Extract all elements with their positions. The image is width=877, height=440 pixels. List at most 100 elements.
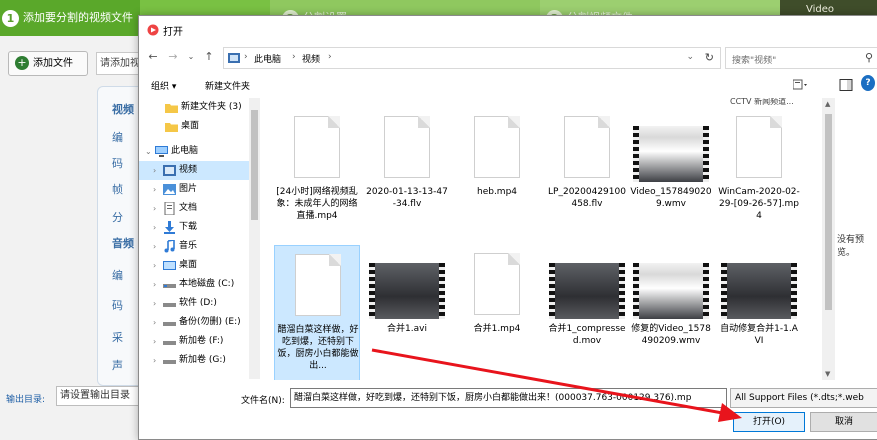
- chevron-right-icon[interactable]: ›: [153, 313, 156, 332]
- panel-item: 采: [112, 331, 123, 344]
- file-item[interactable]: heb.mp4: [454, 108, 540, 244]
- brand-text: Video: [806, 4, 835, 15]
- file-name: 合并1_compressed.mov: [548, 324, 626, 346]
- view-options-icon[interactable]: [793, 79, 807, 91]
- tree-item[interactable]: › 软件 (D:): [139, 294, 249, 313]
- recent-dropdown-icon[interactable]: ⌄: [183, 49, 199, 65]
- tree-item[interactable]: › 下载: [139, 218, 249, 237]
- chevron-down-icon[interactable]: ⌄: [145, 142, 152, 161]
- search-box[interactable]: 搜索"视频" ⚲: [725, 47, 877, 69]
- breadcrumb-videos[interactable]: 视频: [302, 52, 320, 65]
- refresh-icon[interactable]: ↻: [705, 51, 714, 64]
- tree-item[interactable]: 新建文件夹 (3): [139, 98, 249, 117]
- desktop-icon: [163, 261, 176, 270]
- chevron-right-icon[interactable]: ›: [153, 199, 156, 218]
- scrollbar-thumb[interactable]: [251, 110, 258, 220]
- chevron-right-icon[interactable]: ›: [153, 218, 156, 237]
- navigation-pane: 新建文件夹 (3) 桌面 ⌄ 此电脑 › 视频 › 图片 › 文档 › 下载 › 音乐 › 桌…: [139, 98, 260, 378]
- file-item[interactable]: 2020-01-13-13-47-34.flv: [364, 108, 450, 244]
- step-1: 1 添加要分割的视频文件: [0, 0, 140, 36]
- organize-button[interactable]: 组织 ▾: [151, 79, 176, 92]
- chevron-right-icon[interactable]: ›: [153, 294, 156, 313]
- downloads-icon: [164, 221, 175, 234]
- tree-item[interactable]: › 新加卷 (F:): [139, 332, 249, 351]
- tree-item[interactable]: › 新加卷 (G:): [139, 351, 249, 370]
- pictures-icon: [163, 184, 176, 195]
- tree-item[interactable]: › 桌面: [139, 256, 249, 275]
- chevron-right-icon[interactable]: ›: [153, 332, 156, 351]
- breadcrumb-this-pc[interactable]: 此电脑: [254, 52, 281, 65]
- file-item[interactable]: [24小时]网络视频乱象：未成年人的网络直播.mp4: [274, 108, 360, 244]
- chevron-right-icon[interactable]: ›: [153, 256, 156, 275]
- file-item[interactable]: LP_20200429100458.flv: [544, 108, 630, 244]
- tree-item[interactable]: ⌄ 此电脑: [139, 142, 249, 161]
- file-item[interactable]: Video_1578490209.wmv: [628, 108, 714, 244]
- output-dir-label: 输出目录:: [6, 395, 46, 405]
- file-item[interactable]: 修复的Video_1578490209.wmv: [628, 245, 714, 380]
- tree-item[interactable]: 桌面: [139, 117, 249, 136]
- step-1-label: 添加要分割的视频文件: [23, 11, 133, 24]
- new-folder-button[interactable]: 新建文件夹: [205, 79, 250, 92]
- up-icon[interactable]: ↑: [201, 49, 217, 65]
- computer-icon: [155, 146, 168, 157]
- tree-item[interactable]: › 本地磁盘 (C:): [139, 275, 249, 294]
- file-type-select[interactable]: All Support Files (*.dts;*.web: [730, 388, 877, 408]
- tree-item-selected[interactable]: › 视频: [139, 161, 249, 180]
- tree-item-label: 新建文件夹 (3): [181, 102, 242, 112]
- documents-icon: [164, 202, 175, 215]
- chevron-right-icon[interactable]: ›: [153, 161, 156, 180]
- open-button[interactable]: 打开(O): [733, 412, 805, 432]
- add-file-hint: 请添加视频文件: [96, 52, 140, 75]
- panel-item: 声: [112, 359, 123, 372]
- tree-item[interactable]: › 文档: [139, 199, 249, 218]
- drive-icon: [163, 322, 176, 326]
- chevron-right-icon: ›: [292, 52, 296, 62]
- add-file-button[interactable]: + 添加文件: [8, 51, 88, 76]
- video-thumbnail: [721, 263, 797, 319]
- chevron-right-icon[interactable]: ›: [153, 180, 156, 199]
- chevron-right-icon[interactable]: ›: [153, 275, 156, 294]
- scroll-down-icon[interactable]: ▼: [825, 370, 830, 378]
- file-item[interactable]: 合并1.mp4: [454, 245, 540, 380]
- cancel-button[interactable]: 取消: [810, 412, 877, 432]
- video-folder-icon: [163, 165, 176, 176]
- file-list-scrollbar[interactable]: ▲ ▼: [822, 98, 835, 380]
- tree-item-label: 视频: [179, 165, 198, 175]
- scrollbar-thumb[interactable]: [825, 114, 832, 310]
- scroll-up-icon[interactable]: ▲: [825, 100, 830, 108]
- help-icon[interactable]: ?: [861, 75, 875, 91]
- tree-item[interactable]: › 备份(勿删) (E:): [139, 313, 249, 332]
- chevron-right-icon[interactable]: ›: [153, 237, 156, 256]
- video-thumbnail: [369, 263, 445, 319]
- tree-item-label: 新加卷 (G:): [179, 355, 226, 365]
- back-icon[interactable]: ←: [145, 49, 161, 65]
- navigation-scrollbar[interactable]: [249, 98, 260, 379]
- tree-item[interactable]: › 图片: [139, 180, 249, 199]
- filename-input[interactable]: 醋溜白菜这样做，好吃到爆，还特别下饭，厨房小白都能做出来！(000037.763…: [290, 388, 727, 408]
- file-item-selected[interactable]: 醋溜白菜这样做，好吃到爆，还特别下饭，厨房小白都能做出...: [274, 245, 360, 380]
- folder-icon: [165, 123, 178, 132]
- tree-item[interactable]: › 音乐: [139, 237, 249, 256]
- tree-item-label: 此电脑: [171, 146, 199, 156]
- output-dir-input[interactable]: 请设置输出目录: [56, 386, 140, 406]
- preview-pane-icon[interactable]: [839, 79, 853, 91]
- panel-item: 码: [112, 157, 123, 170]
- folder-icon: [165, 104, 178, 113]
- file-item[interactable]: 合并1.avi: [364, 245, 450, 380]
- forward-icon[interactable]: →: [165, 49, 181, 65]
- chevron-right-icon[interactable]: ›: [153, 351, 156, 370]
- filename-label: 文件名(N):: [241, 396, 285, 406]
- tree-item-label: 备份(勿删) (E:): [179, 317, 241, 327]
- file-icon: [564, 116, 610, 178]
- address-dropdown-icon[interactable]: ⌄: [686, 52, 694, 62]
- address-bar[interactable]: › 此电脑 › 视频 › ⌄ ↻: [223, 47, 721, 69]
- file-name: WinCam-2020-02-29-[09-26-57].mp4: [718, 187, 800, 221]
- file-name: 醋溜白菜这样做，好吃到爆，还特别下饭，厨房小白都能做出...: [277, 325, 359, 371]
- file-item[interactable]: WinCam-2020-02-29-[09-26-57].mp4: [716, 108, 802, 244]
- file-item[interactable]: 自动修复合并1-1.AVI: [716, 245, 802, 380]
- tree-item-label: 桌面: [179, 260, 198, 270]
- file-item[interactable]: 合并1_compressed.mov: [544, 245, 630, 380]
- panel-video-heading: 视频: [112, 103, 134, 116]
- file-icon: [736, 116, 782, 178]
- toolbar: 组织 ▾ 新建文件夹 ?: [139, 72, 877, 98]
